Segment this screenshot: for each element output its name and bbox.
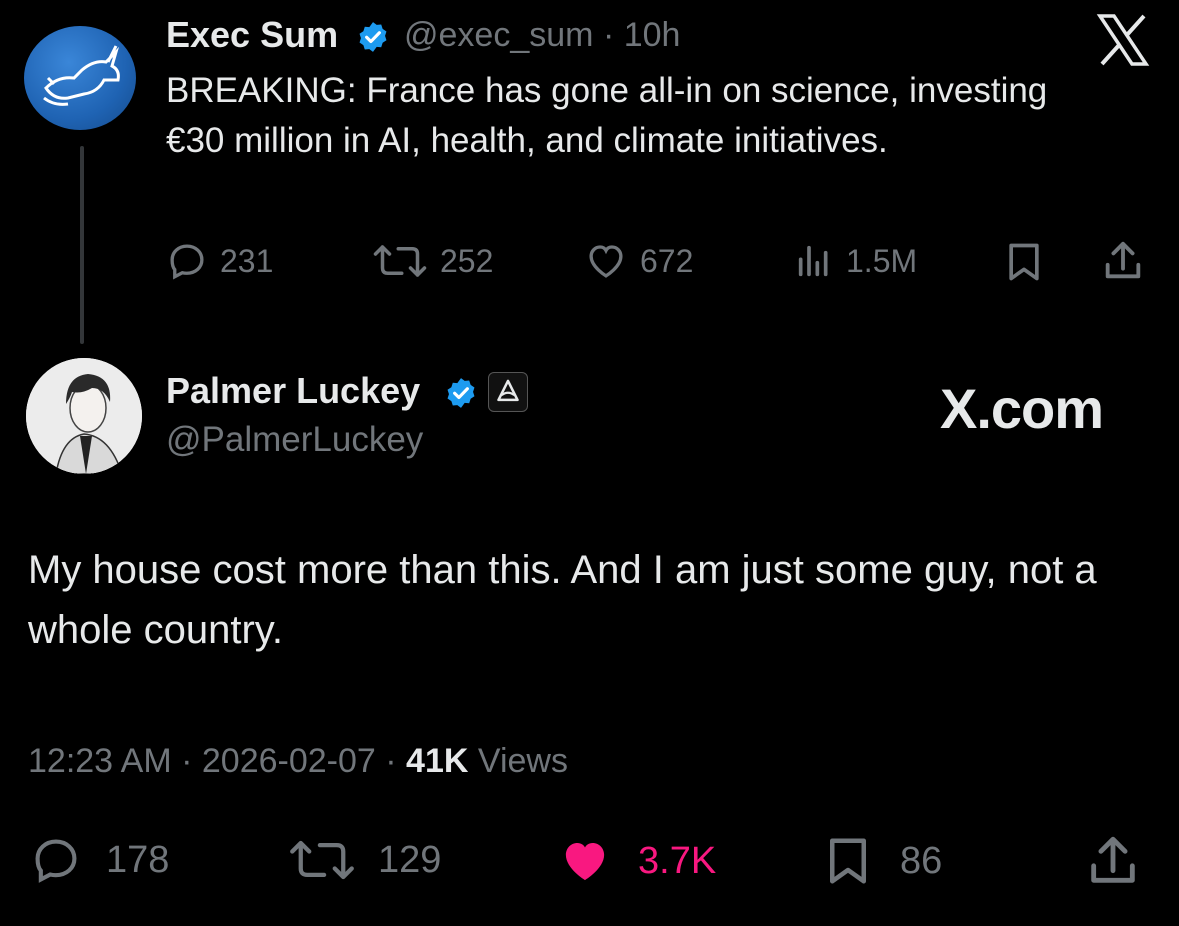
parent-repost-count: 252 <box>440 242 494 279</box>
reply-icon <box>35 839 77 883</box>
main-like-button[interactable]: 3.7K <box>554 834 716 888</box>
parent-timestamp[interactable]: 10h <box>624 16 681 54</box>
anime-portrait-avatar-icon <box>26 358 142 474</box>
thread-connector-line <box>80 146 84 344</box>
bookmark-icon[interactable] <box>1002 240 1046 284</box>
bull-bear-logo-icon <box>43 45 120 106</box>
parent-repost-button[interactable]: 252 <box>372 240 493 282</box>
share-icon[interactable] <box>1100 238 1146 284</box>
x-logo-icon <box>1096 14 1150 66</box>
anduril-logo-icon <box>497 379 519 402</box>
parent-tweet-text: BREAKING: France has gone all-in on scie… <box>166 71 1048 160</box>
parent-author-name[interactable]: Exec Sum <box>166 14 338 56</box>
parent-like-count: 672 <box>640 242 694 279</box>
main-tweet-text: My house cost more than this. And I am j… <box>28 548 1097 652</box>
main-reply-button[interactable]: 178 <box>28 834 169 886</box>
main-reply-count: 178 <box>106 838 170 881</box>
reply-icon <box>170 244 204 280</box>
separator-dot: · <box>602 16 615 54</box>
repost-icon <box>373 245 427 277</box>
tweet-views-label: Views <box>477 742 568 780</box>
tweet-date[interactable]: 2026-02-07 <box>202 742 376 780</box>
parent-like-button[interactable]: 672 <box>584 240 693 282</box>
parent-reply-button[interactable]: 231 <box>166 240 273 282</box>
verified-badge-icon <box>359 22 387 52</box>
main-author-handle[interactable]: @PalmerLuckey <box>166 420 423 460</box>
heart-icon <box>589 245 623 278</box>
parent-reply-count: 231 <box>220 242 274 279</box>
main-bookmark-button[interactable]: 86 <box>818 834 942 888</box>
bookmark-icon <box>830 838 866 884</box>
separator-dot: · <box>385 742 397 780</box>
separator-dot: · <box>181 742 193 780</box>
main-repost-button[interactable]: 129 <box>288 834 441 886</box>
main-like-count: 3.7K <box>638 839 717 882</box>
share-icon[interactable] <box>1084 832 1142 890</box>
palmer-luckey-avatar[interactable] <box>26 358 142 474</box>
main-repost-count: 129 <box>378 838 442 881</box>
x-com-watermark: X.com <box>940 377 1104 440</box>
analytics-icon <box>798 245 828 277</box>
exec-sum-avatar[interactable] <box>24 26 136 130</box>
parent-views-button[interactable]: 1.5M <box>794 240 917 282</box>
tweet-view-count: 41K <box>406 742 469 780</box>
parent-author-handle[interactable]: @exec_sum <box>404 16 593 54</box>
repost-icon <box>290 840 354 880</box>
tweet-meta: 12:23 AM · 2026-02-07 · 41K Views <box>28 742 568 781</box>
verified-badge-icon <box>447 378 475 408</box>
main-bookmark-count: 86 <box>900 839 943 882</box>
main-author-name[interactable]: Palmer Luckey <box>166 370 420 412</box>
parent-view-count: 1.5M <box>846 242 918 279</box>
tweet-time[interactable]: 12:23 AM <box>28 742 172 780</box>
heart-filled-icon <box>565 843 605 881</box>
affiliation-badge-icon[interactable] <box>488 372 528 412</box>
